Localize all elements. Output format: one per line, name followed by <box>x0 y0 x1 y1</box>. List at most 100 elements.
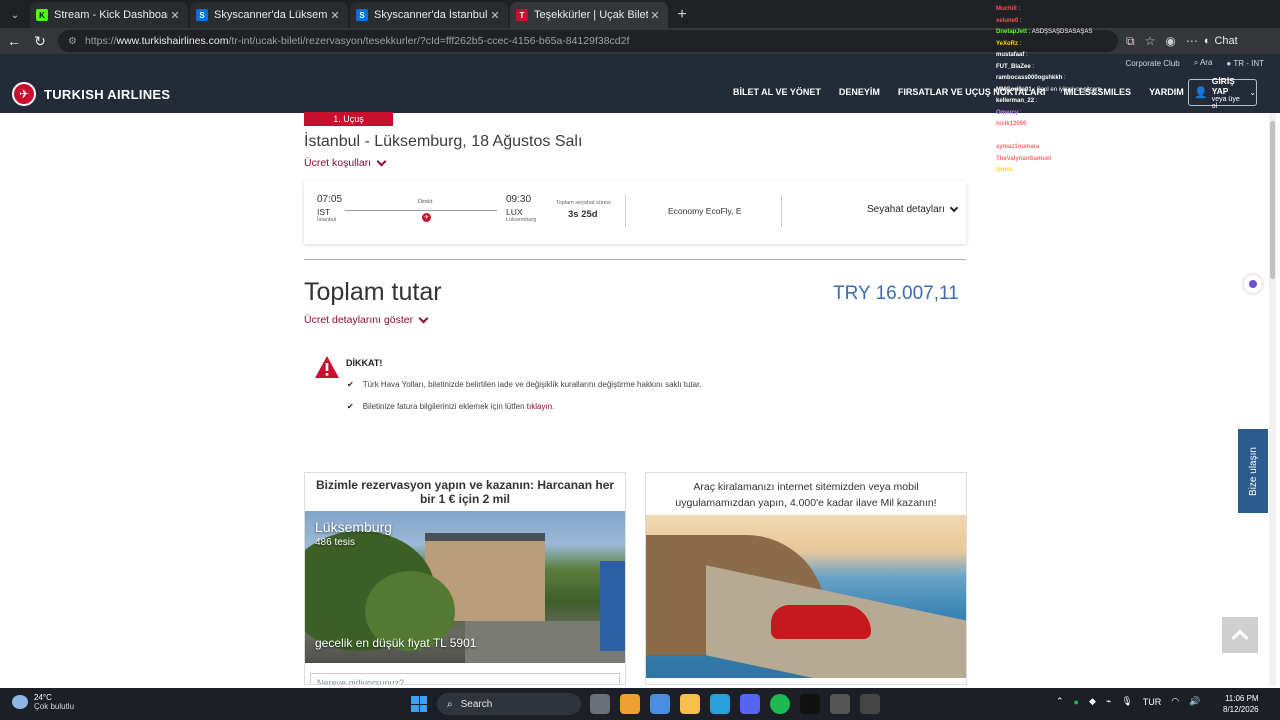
chat-message: mustafaaf : <box>996 50 1126 62</box>
close-tab-icon[interactable]: ✕ <box>488 9 502 22</box>
chat-username: kellerman_22 <box>996 98 1035 104</box>
image-part <box>771 605 871 639</box>
chat-username: Skeinwf <box>996 132 1019 139</box>
chat-button[interactable]: ◐ Chat <box>1204 35 1238 47</box>
tab-title: Skyscanner'da İstanbul-Lüksemburg <box>374 9 488 21</box>
departure-time: 07:05 <box>317 194 343 205</box>
fare-conditions-link[interactable]: Ücret koşulları <box>304 156 387 169</box>
travel-details-button[interactable]: Seyahat detayları <box>867 203 959 215</box>
browser-tab-thy[interactable]: T Teşekkürler | Uçak Bileti | Rezervasyo… <box>510 2 668 28</box>
flight-badge: 1. Uçuş <box>304 112 393 126</box>
login-button[interactable]: 👤 GİRİŞ YAP veya üye ol ⌄ <box>1188 75 1257 110</box>
clock-date: 8/12/2026 <box>1223 705 1259 714</box>
tab-title: Teşekkürler | Uçak Bileti | Rezervasyon <box>534 9 648 21</box>
weather-widget[interactable]: 24°C Çok bulutlu <box>12 693 74 711</box>
chevron-down-icon <box>418 313 429 323</box>
chat-text: : <box>1019 40 1022 47</box>
assistant-icon[interactable] <box>1244 275 1262 293</box>
reload-icon[interactable]: ↻ <box>28 29 52 53</box>
site-info-icon[interactable]: ⚙ <box>68 36 77 47</box>
windows-taskbar: 24°C Çok bulutlu ⌕ Search ⌃ ● ◆ ⌁ 🎙 TUR … <box>0 688 1280 720</box>
chat-username: aymaz1numara <box>996 144 1040 150</box>
language-indicator[interactable]: TUR <box>1143 697 1162 707</box>
fare-conditions-label: Ücret koşulları <box>304 157 372 169</box>
fare-details-label: Ücret detaylarını göster <box>304 314 414 326</box>
steam-icon[interactable]: ◆ <box>1089 696 1096 707</box>
new-tab-button[interactable]: + <box>670 2 694 28</box>
weather-text: Çok bulutlu <box>34 702 75 711</box>
fare-details-link[interactable]: Ücret detaylarını göster <box>304 313 429 326</box>
settings-icon[interactable] <box>830 694 850 714</box>
close-tab-icon[interactable]: ✕ <box>168 9 182 22</box>
file-explorer-icon[interactable] <box>680 694 700 714</box>
destination-input[interactable]: Nereye gidiyorsunuz? <box>310 673 620 684</box>
skyscanner-favicon-icon: S <box>356 9 368 21</box>
url-scheme: https:// <box>84 35 117 47</box>
chat-text: : <box>1028 121 1030 127</box>
login-label: GİRİŞ YAP <box>1211 75 1235 96</box>
nav-item-deneyim[interactable]: DENEYİM <box>839 87 880 97</box>
total-label: Toplam tutar <box>304 278 442 306</box>
mic-icon[interactable]: 🎙 <box>1121 696 1132 707</box>
wifi-icon[interactable]: ◠ <box>1171 696 1179 707</box>
luxembourg-image[interactable]: Lüksemburg 486 tesis gecelik en düşük fi… <box>305 511 625 663</box>
car-image[interactable] <box>646 515 966 678</box>
destination-city: Lüksemburg <box>315 519 393 535</box>
spotify-icon[interactable] <box>770 694 790 714</box>
chat-message: kellerman_22 : <box>996 96 1126 108</box>
chat-text: : <box>1041 144 1043 150</box>
checkmark-icon: ✔ <box>347 380 354 389</box>
close-tab-icon[interactable]: ✕ <box>648 9 662 22</box>
network-icon[interactable]: ⌁ <box>1106 696 1111 707</box>
store-icon[interactable] <box>650 694 670 714</box>
car-rental-promo-card: Araç kiralamanızı internet sitemizden ve… <box>645 472 967 685</box>
page-scrollbar[interactable] <box>1269 113 1276 685</box>
kick-app-icon[interactable] <box>800 694 820 714</box>
url-input[interactable]: ⚙ https:// www.turkishairlines.com /tr-i… <box>58 30 1118 52</box>
browser-tab-skyscanner-2[interactable]: S Skyscanner'da İstanbul-Lüksemburg ✕ <box>350 2 508 28</box>
edge-icon[interactable] <box>710 694 730 714</box>
taskbar-clock[interactable]: 11:06 PM 8/12/2026 <box>1223 693 1259 715</box>
obs-icon[interactable] <box>860 694 880 714</box>
scrollbar-thumb[interactable] <box>1270 121 1275 279</box>
copilot-app-icon[interactable] <box>620 694 640 714</box>
thy-logo[interactable]: ✈ TURKISH AIRLINES <box>12 82 170 106</box>
nav-item-yardim[interactable]: YARDIM <box>1149 87 1184 97</box>
status-dot-icon[interactable]: ● <box>1074 697 1079 707</box>
profile-icon[interactable]: ◉ <box>1165 34 1175 48</box>
taskbar-search[interactable]: ⌕ Search <box>437 693 581 715</box>
cloud-icon <box>12 695 28 709</box>
volume-icon[interactable]: 🔊 <box>1189 696 1200 707</box>
favorites-icon[interactable]: ☆ <box>1145 34 1156 48</box>
back-arrow-icon[interactable]: ← <box>2 29 26 53</box>
more-menu-icon[interactable]: ⋯ <box>1186 34 1198 48</box>
browser-tab-skyscanner-1[interactable]: S Skyscanner'da Lüksemburg bölgesi ✕ <box>190 2 348 28</box>
url-path: /tr-int/ucak-bileti/rezervasyon/tesekkur… <box>228 35 630 47</box>
discord-icon[interactable] <box>740 694 760 714</box>
contact-us-tab[interactable]: Bize ulaşın <box>1238 429 1268 513</box>
chevron-up-icon[interactable]: ⌃ <box>1056 696 1064 707</box>
chat-text: : <box>1035 98 1038 104</box>
warning-text: Türk Hava Yolları, biletinizde belirtile… <box>362 380 702 389</box>
invoice-link[interactable]: tıklayın <box>527 402 552 411</box>
nav-item-bilet[interactable]: BİLET AL VE YÖNET <box>733 87 821 97</box>
chat-text: : <box>1020 17 1022 24</box>
search-label: Search <box>460 698 493 710</box>
windows-start-icon[interactable] <box>411 696 427 712</box>
tab-title: Stream - Kick Dashboard <box>54 9 168 21</box>
taskbar-apps <box>590 694 880 714</box>
scroll-to-top-button[interactable] <box>1222 617 1258 653</box>
search-link[interactable]: ⌕ Ara <box>1194 58 1213 68</box>
travel-details-label: Seyahat detayları <box>867 204 945 215</box>
browser-tab-kick[interactable]: K Stream - Kick Dashboard ✕ <box>30 2 188 28</box>
tab-search-icon[interactable]: ⌄ <box>2 2 28 28</box>
stream-chat-overlay: Muchill : xelune0 : DnetapJett : ASDŞSAŞDS… <box>996 4 1126 177</box>
extensions-icon[interactable]: ⧉ <box>1126 34 1135 49</box>
corporate-club-link[interactable]: Corporate Club <box>1125 59 1179 68</box>
promo-title: Bizimle rezervasyon yapın ve kazanın: Ha… <box>315 478 615 506</box>
tab-title: Skyscanner'da Lüksemburg bölgesi <box>214 9 328 21</box>
task-view-icon[interactable] <box>590 694 610 714</box>
close-tab-icon[interactable]: ✕ <box>328 9 342 22</box>
locale-selector[interactable]: ● TR - INT <box>1226 59 1264 68</box>
chat-message: zhonz : zs <box>996 165 1126 177</box>
